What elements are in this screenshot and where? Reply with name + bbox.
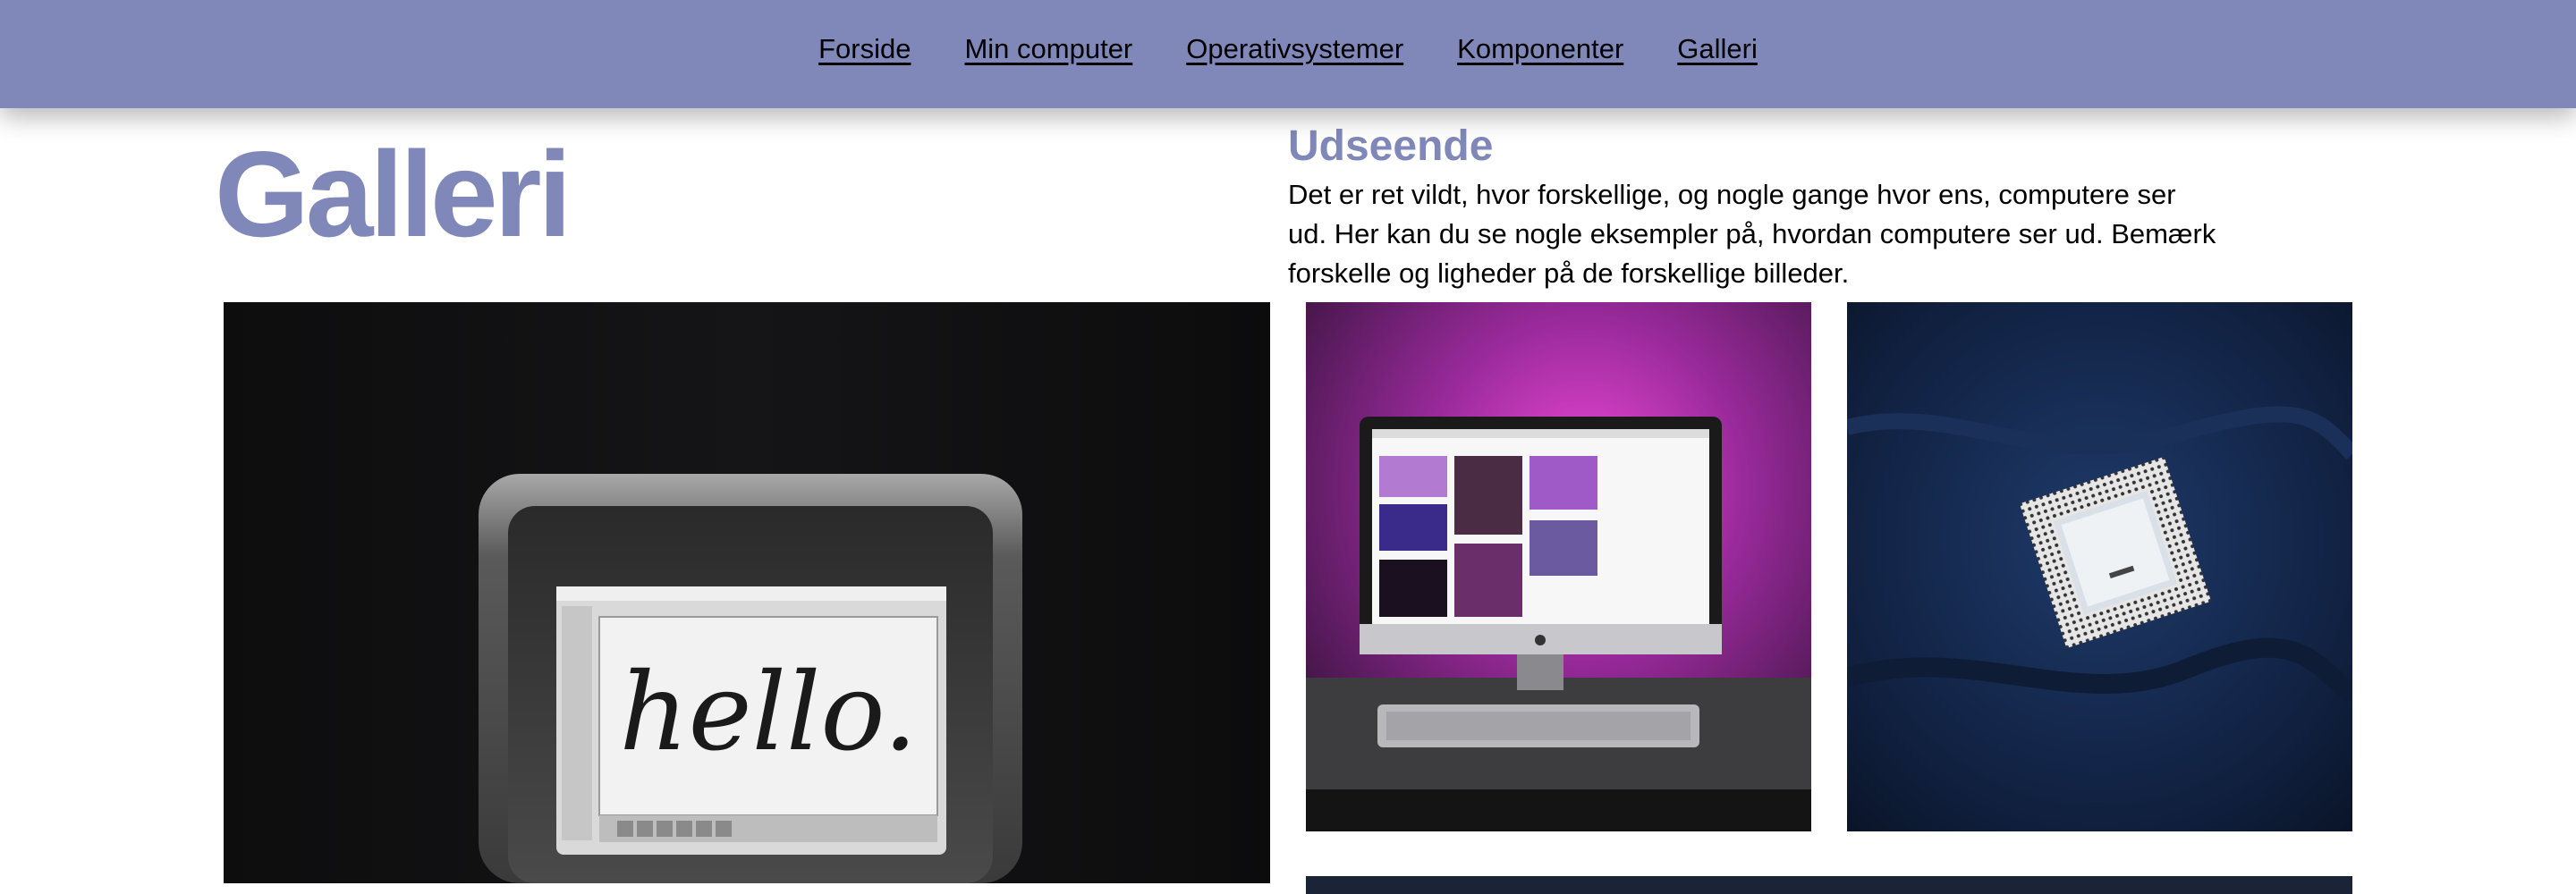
gallery-photo-next[interactable] xyxy=(1306,876,2352,894)
cpu-image xyxy=(1847,302,2352,831)
gallery-photo-imac-desk[interactable] xyxy=(1306,302,1811,831)
retro-computer-image: hello. xyxy=(224,302,1270,883)
nav-link-komponenter[interactable]: Komponenter xyxy=(1457,33,1623,65)
section-intro-text: Det er ret vildt, hvor forskellige, og n… xyxy=(1288,179,2216,289)
section-title: Udseende xyxy=(1288,122,1494,170)
gallery-photo-retro-computer[interactable]: hello. xyxy=(224,302,1270,883)
nav-link-forside[interactable]: Forside xyxy=(818,33,911,65)
nav-link-operativsystemer[interactable]: Operativsystemer xyxy=(1186,33,1403,65)
nav-link-min-computer[interactable]: Min computer xyxy=(964,33,1132,65)
nav-menu: Forside Min computer Operativsystemer Ko… xyxy=(0,0,2576,98)
nav-link-galleri[interactable]: Galleri xyxy=(1677,33,1758,65)
page-title: Galleri xyxy=(215,126,572,262)
svg-text:hello.: hello. xyxy=(619,651,917,775)
imac-image xyxy=(1306,302,1811,831)
top-navigation-bar: Forside Min computer Operativsystemer Ko… xyxy=(0,0,2576,108)
gallery-photo-cpu-chip[interactable] xyxy=(1847,302,2352,831)
